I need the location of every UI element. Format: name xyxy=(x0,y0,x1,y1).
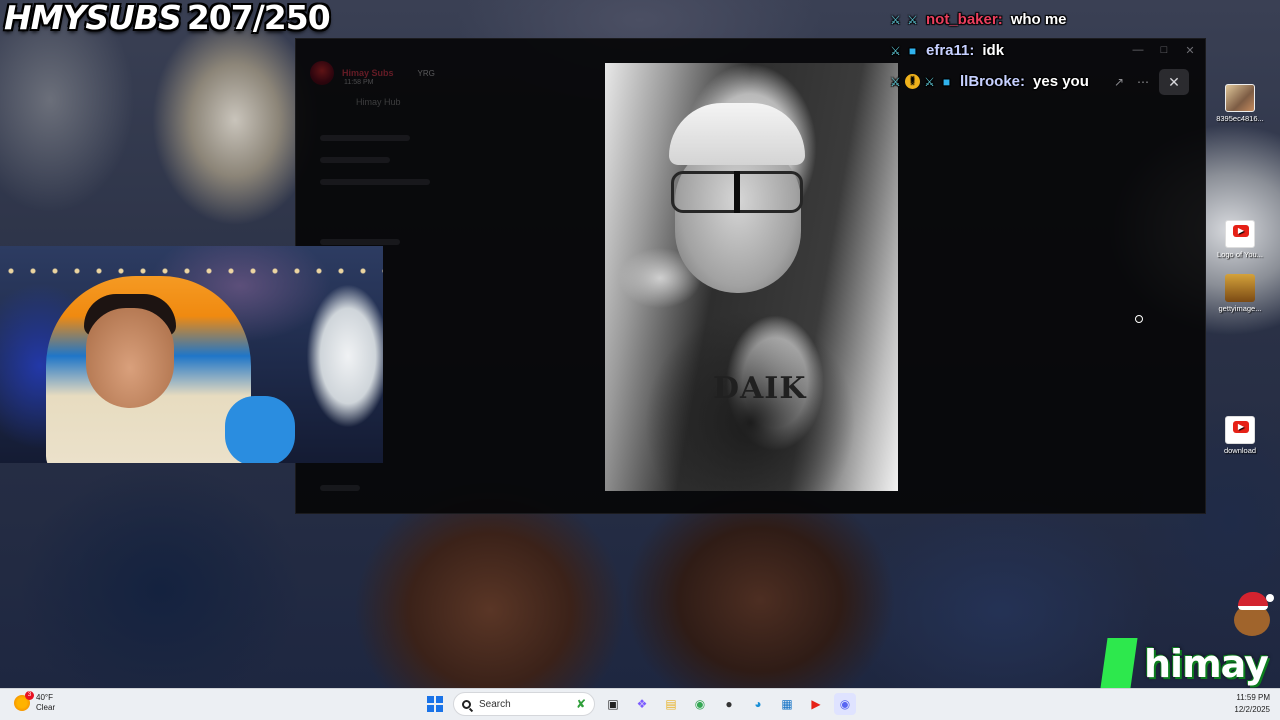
youtube-icon xyxy=(1225,220,1255,248)
clock-time: 11:59 PM xyxy=(1236,693,1270,702)
more-icon[interactable]: ⋯ xyxy=(1135,75,1151,89)
desktop-icon-label: 8395ec4816... xyxy=(1216,114,1264,123)
desktop-icon[interactable]: 8395ec4816... xyxy=(1212,84,1268,123)
avatar xyxy=(310,61,334,85)
channel-logo: himay xyxy=(1100,592,1276,690)
message-time: 11:58 PM xyxy=(344,79,374,86)
chat-message: ⚔ ⚔ not_baker: who me xyxy=(888,4,1089,35)
weather-sun-icon: 3 xyxy=(14,691,34,711)
chat-username: efra11: xyxy=(926,42,975,59)
logo-glyph xyxy=(1100,638,1138,688)
subs-label: HMYSUBS xyxy=(4,0,182,37)
clock-date: 12/2/2025 xyxy=(1234,705,1270,714)
blurred-line xyxy=(320,135,410,141)
system-clock[interactable]: 11:59 PM 12/2/2025 xyxy=(1234,692,1270,716)
edge-icon[interactable]: ◕ xyxy=(747,693,769,715)
desktop-icon-label: download xyxy=(1223,446,1257,455)
search-highlight-icon: ✘ xyxy=(575,697,586,711)
viewer-toolbar: ↗ ⋯ ✕ xyxy=(1111,69,1189,95)
image-file-icon xyxy=(1225,84,1255,112)
weather-alert-badge: 3 xyxy=(25,691,34,700)
desktop-icon[interactable]: gettyimage... xyxy=(1212,274,1268,313)
weather-widget[interactable]: 3 40°F Clear xyxy=(14,691,56,713)
chat-overlay: ⚔ ⚔ not_baker: who me ⚔ ■ efra11: idk ⚔ … xyxy=(888,4,1089,97)
start-button[interactable] xyxy=(424,693,446,715)
store-icon[interactable]: ▦ xyxy=(776,693,798,715)
shirt-text: DAIK xyxy=(713,371,807,406)
maximize-icon[interactable]: □ xyxy=(1153,41,1175,59)
chrome-icon[interactable]: ◉ xyxy=(689,693,711,715)
sword-badge-icon: ⚔ xyxy=(907,12,918,27)
blurred-line xyxy=(320,485,360,491)
chat-text: who me xyxy=(1010,11,1067,28)
teddy-bear-icon xyxy=(1228,592,1274,648)
close-icon[interactable]: ✕ xyxy=(1179,41,1201,59)
sword-badge-icon: ⚔ xyxy=(924,74,935,89)
webcam-feed xyxy=(0,246,383,463)
taskbar: 3 40°F Clear Search ✘ ▣ ❖ ▤ ◉ ● ◕ ▦ ▶ ◉ … xyxy=(0,688,1280,720)
blurred-line xyxy=(320,239,400,245)
chat-message: ⚔ ! ⚔ ■ llBrooke: yes you xyxy=(888,66,1089,97)
chat-username: not_baker: xyxy=(926,11,1003,28)
chat-text: yes you xyxy=(1033,73,1089,90)
logo-text: himay xyxy=(1144,642,1269,686)
sword-badge-icon: ⚔ xyxy=(890,43,901,58)
desktop-icon-label: Logo of You... xyxy=(1217,250,1263,259)
window-controls: — □ ✕ xyxy=(1127,41,1201,59)
obs-icon[interactable]: ● xyxy=(718,693,740,715)
close-viewer-button[interactable]: ✕ xyxy=(1159,69,1189,95)
desktop-icon[interactable]: download xyxy=(1212,416,1268,455)
image-file-icon xyxy=(1225,274,1255,302)
mouse-cursor-icon xyxy=(1135,315,1143,323)
cube-badge-icon: ■ xyxy=(908,43,917,58)
minimize-icon[interactable]: — xyxy=(1127,41,1149,59)
taskbar-search[interactable]: Search ✘ xyxy=(453,692,595,716)
image-viewer-window[interactable]: — □ ✕ Himay Subs YRG 11:58 PM Himay Hub … xyxy=(295,38,1206,514)
subs-count: 207/250 xyxy=(186,0,331,37)
photo-face xyxy=(675,143,801,293)
weather-temp: 40°F xyxy=(36,693,53,702)
copilot-icon[interactable]: ❖ xyxy=(631,693,653,715)
search-placeholder: Search xyxy=(479,698,511,710)
youtube-icon xyxy=(1225,416,1255,444)
blurred-line xyxy=(320,157,390,163)
message-username: Himay Subs xyxy=(342,68,394,78)
desktop-icon[interactable]: Logo of You... xyxy=(1212,220,1268,259)
blurred-line xyxy=(320,179,430,185)
desktop-icon-label: gettyimage... xyxy=(1218,304,1262,313)
channel-name: Himay Hub xyxy=(356,97,401,107)
cube-badge-icon: ■ xyxy=(942,74,951,89)
photo-preview: DAIK xyxy=(605,63,898,491)
photo-cap xyxy=(669,103,805,165)
discord-icon[interactable]: ◉ xyxy=(834,693,856,715)
task-view-icon[interactable]: ▣ xyxy=(602,693,624,715)
youtube-icon[interactable]: ▶ xyxy=(805,693,827,715)
open-external-icon[interactable]: ↗ xyxy=(1111,75,1127,89)
chat-text: idk xyxy=(982,42,1005,59)
file-explorer-icon[interactable]: ▤ xyxy=(660,693,682,715)
search-icon xyxy=(462,699,471,709)
photo-glasses xyxy=(671,171,803,213)
streamer-sleeve xyxy=(225,396,295,463)
role-badge: YRG xyxy=(417,68,435,78)
chat-username: llBrooke: xyxy=(960,73,1026,90)
sword-badge-icon: ⚔ xyxy=(890,74,901,89)
sword-badge-icon: ⚔ xyxy=(890,12,901,27)
warning-badge-icon: ! xyxy=(905,74,920,89)
chat-message: ⚔ ■ efra11: idk xyxy=(888,35,1089,66)
taskbar-apps: Search ✘ ▣ ❖ ▤ ◉ ● ◕ ▦ ▶ ◉ xyxy=(424,692,856,716)
subs-counter: HMYSUBS 207/250 xyxy=(4,0,331,37)
streamer-face xyxy=(86,308,174,408)
close-icon: ✕ xyxy=(1168,73,1180,90)
weather-desc: Clear xyxy=(36,703,56,712)
